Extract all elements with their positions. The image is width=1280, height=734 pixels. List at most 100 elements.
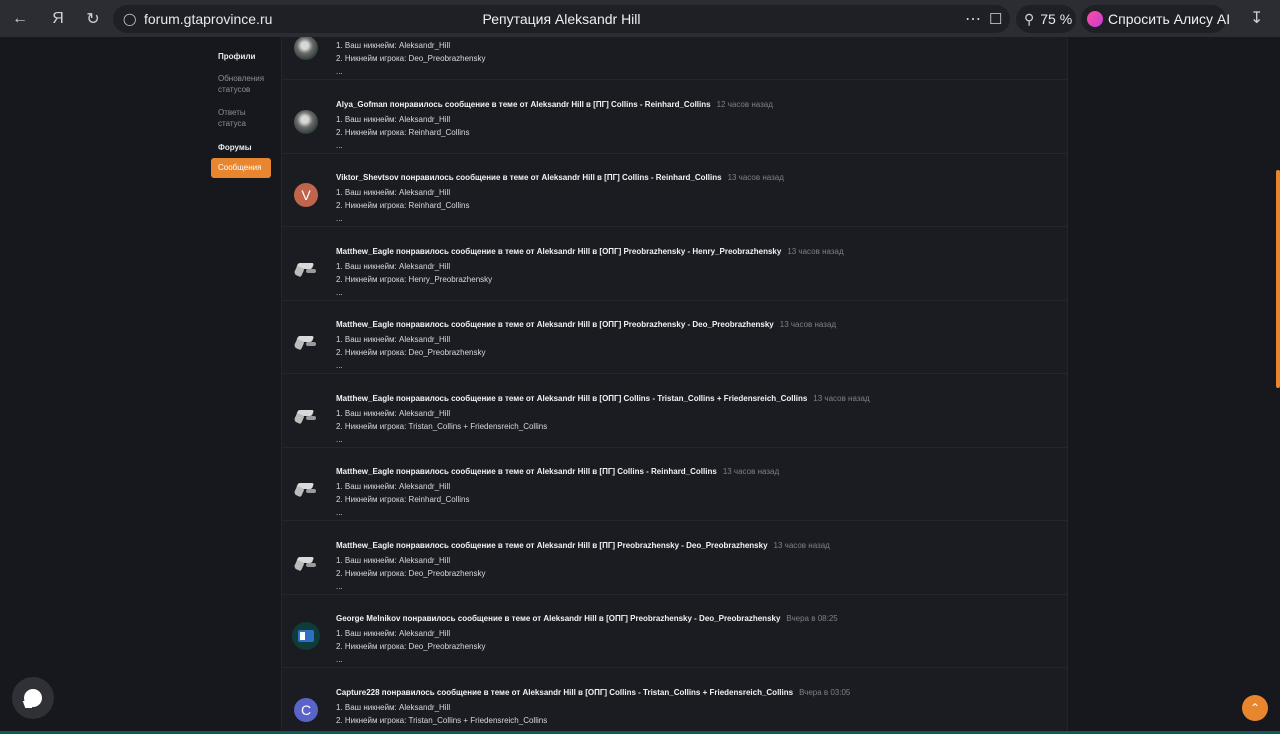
quote-line2: 2. Никнейм игрока: Reinhard_Collins — [336, 127, 470, 137]
quote-line2: 2. Никнейм игрока: Deo_Preobrazhensky — [336, 54, 486, 63]
list-item[interactable]: C Capture228 понравилось сообщение в теме… — [282, 668, 1067, 734]
quote-line1: 1. Ваш никнейм: Aleksandr_Hill — [336, 629, 451, 638]
notification-text[interactable]: Matthew_Eagle понравилось сообщение в те… — [336, 394, 870, 403]
quote-line2: 2. Никнейм игрока: Reinhard_Collins — [336, 495, 470, 504]
browser-toolbar: ← Я ↻ ◯ forum.gtaprovince.ru Репутация A… — [0, 0, 1280, 37]
page-title: Репутация Aleksandr Hill — [482, 11, 641, 27]
sidebar-heading-forums: Форумы — [218, 143, 252, 152]
quote-line2: 2. Никнейм игрока: Deo_Preobrazhensky — [336, 348, 486, 357]
quote-line3: ... — [336, 361, 343, 370]
quote-line1: 1. Ваш никнейм: Aleksandr_Hill — [336, 702, 451, 712]
quote-line3: ... — [336, 434, 343, 444]
quote-line2: 2. Никнейм игрока: Deo_Preobrazhensky — [336, 642, 486, 651]
list-item[interactable]: 1. Ваш никнейм: Aleksandr_Hill 2. Никнейм… — [282, 37, 1067, 80]
alice-button[interactable]: Спросить Алису AI — [1081, 5, 1230, 33]
notification-text[interactable]: Matthew_Eagle понравилось сообщение в те… — [336, 467, 779, 476]
avatar[interactable] — [294, 256, 318, 281]
notification-text[interactable]: George Melnikov понравилось сообщение в … — [336, 614, 838, 623]
notification-text[interactable]: Alya_Gofman понравилось сообщение в теме… — [336, 100, 773, 109]
quote-line2: 2. Никнейм игрока: Tristan_Collins + Fri… — [336, 421, 548, 431]
quote-line3: ... — [336, 67, 343, 76]
timestamp: 12 часов назад — [716, 99, 773, 109]
quote-line1: 1. Ваш никнейм: Aleksandr_Hill — [336, 188, 451, 197]
quote-line3: ... — [336, 508, 343, 517]
notification-message[interactable]: Matthew_Eagle понравилось сообщение в те… — [336, 247, 781, 256]
reputation-list: 1. Ваш никнейм: Aleksandr_Hill 2. Никнейм… — [281, 37, 1068, 734]
list-item[interactable]: Matthew_Eagle понравилось сообщение в те… — [282, 521, 1067, 595]
notification-message[interactable]: Matthew_Eagle понравилось сообщение в те… — [336, 320, 774, 329]
list-item[interactable]: Alya_Gofman понравилось сообщение в теме… — [282, 80, 1067, 154]
quote-line1: 1. Ваш никнейм: Aleksandr_Hill — [336, 41, 451, 50]
notification-message[interactable]: Alya_Gofman понравилось сообщение в теме… — [336, 100, 711, 109]
quote-line2: 2. Никнейм игрока: Reinhard_Collins — [336, 201, 470, 210]
list-item[interactable]: Matthew_Eagle понравилось сообщение в те… — [282, 447, 1067, 521]
quote-line1: 1. Ваш никнейм: Aleksandr_Hill — [336, 482, 451, 491]
quote-line3: ... — [336, 287, 343, 297]
notification-message[interactable]: Matthew_Eagle понравилось сообщение в те… — [336, 394, 807, 403]
quote-line1: 1. Ваш никнейм: Aleksandr_Hill — [336, 114, 451, 124]
quote-line1: 1. Ваш никнейм: Aleksandr_Hill — [336, 261, 451, 271]
list-item[interactable]: George Melnikov понравилось сообщение в … — [282, 594, 1067, 668]
scroll-top-icon[interactable]: ⌃ — [1242, 695, 1268, 721]
sidebar-item-messages[interactable]: Сообщения — [211, 158, 271, 178]
notification-text[interactable]: Matthew_Eagle понравилось сообщение в те… — [336, 247, 844, 256]
alice-icon — [1087, 11, 1103, 27]
avatar[interactable] — [294, 624, 318, 648]
zoom-button[interactable]: ⚲ 75 % — [1016, 5, 1076, 33]
search-icon: ⚲ — [1024, 10, 1035, 27]
quote-line1: 1. Ваш никнейм: Aleksandr_Hill — [336, 408, 451, 418]
yandex-logo-icon[interactable]: Я — [46, 7, 70, 31]
notification-message[interactable]: Matthew_Eagle понравилось сообщение в те… — [336, 541, 768, 550]
notification-text[interactable]: Capture228 понравилось сообщение в теме … — [336, 688, 850, 697]
notification-text[interactable]: Viktor_Shevtsov понравилось сообщение в … — [336, 173, 784, 182]
notification-text[interactable]: Matthew_Eagle понравилось сообщение в те… — [336, 541, 830, 550]
reload-icon[interactable]: ↻ — [81, 7, 105, 31]
avatar[interactable] — [294, 403, 318, 428]
list-item[interactable]: V Viktor_Shevtsov понравилось сообщение в… — [282, 153, 1067, 227]
address-bar[interactable]: ◯ forum.gtaprovince.ru Репутация Aleksan… — [113, 5, 1010, 33]
timestamp: 13 часов назад — [773, 540, 830, 550]
quote-line2: 2. Никнейм игрока: Deo_Preobrazhensky — [336, 568, 486, 578]
quote-line1: 1. Ваш никнейм: Aleksandr_Hill — [336, 555, 451, 565]
notification-text[interactable]: Matthew_Eagle понравилось сообщение в те… — [336, 320, 836, 329]
timestamp: 13 часов назад — [722, 467, 780, 476]
download-icon[interactable]: ↧ — [1250, 8, 1263, 28]
quote-line2: 2. Никнейм игрока: Tristan_Collins + Fri… — [336, 715, 548, 725]
timestamp: 13 часов назад — [779, 320, 837, 329]
list-item[interactable]: Matthew_Eagle понравилось сообщение в те… — [282, 227, 1067, 301]
quote-line2: 2. Никнейм игрока: Henry_Preobrazhensky — [336, 274, 493, 284]
sidebar-item-status-updates[interactable]: Обновления статусов — [210, 73, 278, 95]
back-arrow-icon[interactable]: ← — [8, 7, 32, 31]
sidebar-heading-profiles: Профили — [218, 52, 256, 61]
quote-line3: ... — [336, 214, 343, 223]
quote-line3: ... — [336, 655, 343, 664]
scrollbar[interactable] — [1276, 170, 1280, 388]
avatar[interactable] — [294, 550, 318, 575]
notification-message[interactable]: George Melnikov понравилось сообщение в … — [336, 614, 780, 623]
more-icon[interactable]: ⋯ — [965, 9, 982, 29]
timestamp: 13 часов назад — [813, 393, 870, 403]
notification-message[interactable]: Matthew_Eagle понравилось сообщение в те… — [336, 467, 717, 476]
notification-message[interactable]: Viktor_Shevtsov понравилось сообщение в … — [336, 173, 722, 182]
list-item[interactable]: Matthew_Eagle понравилось сообщение в те… — [282, 300, 1067, 374]
timestamp: 13 часов назад — [787, 246, 844, 256]
avatar[interactable] — [294, 109, 318, 134]
avatar[interactable]: C — [294, 697, 318, 722]
avatar[interactable] — [294, 477, 318, 501]
quote-line3: ... — [336, 581, 343, 591]
avatar[interactable] — [294, 37, 318, 60]
chat-button[interactable] — [12, 677, 54, 719]
list-item[interactable]: Matthew_Eagle понравилось сообщение в те… — [282, 374, 1067, 448]
alice-label: Спросить Алису AI — [1108, 11, 1231, 27]
timestamp: Вчера в 03:05 — [799, 687, 851, 697]
timestamp: Вчера в 08:25 — [786, 614, 838, 623]
timestamp: 13 часов назад — [727, 173, 784, 182]
sidebar-item-status-replies[interactable]: Ответы статуса — [210, 107, 278, 129]
avatar[interactable]: V — [294, 183, 318, 207]
avatar[interactable] — [294, 330, 318, 354]
quote-line1: 1. Ваш никнейм: Aleksandr_Hill — [336, 335, 451, 344]
notification-message[interactable]: Capture228 понравилось сообщение в теме … — [336, 688, 793, 697]
quote-line3: ... — [336, 140, 343, 150]
bookmark-icon[interactable]: ☐ — [989, 10, 1002, 28]
zoom-level: 75 % — [1040, 11, 1073, 27]
